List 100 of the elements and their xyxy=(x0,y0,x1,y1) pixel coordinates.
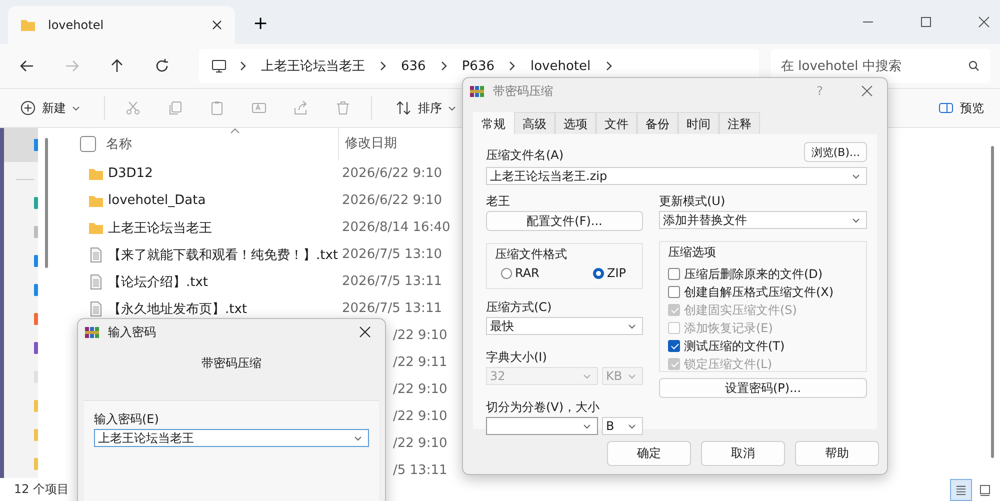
dialog-tab[interactable]: 常规 xyxy=(473,112,514,134)
dialog-tab[interactable]: 选项 xyxy=(555,112,596,134)
close-icon[interactable] xyxy=(359,326,371,338)
breadcrumb-item[interactable]: lovehotel xyxy=(528,58,593,74)
file-name[interactable]: 【论坛介绍】.txt xyxy=(108,272,334,290)
caret-icon xyxy=(354,434,362,442)
option-checkbox[interactable]: 测试压缩的文件(T) xyxy=(668,338,858,354)
update-mode-dropdown[interactable]: 添加并替换文件 xyxy=(659,211,867,229)
modified-date: 2026/7/5 13:11 xyxy=(341,301,442,316)
dialog-button[interactable]: 取消 xyxy=(701,441,785,466)
field-label: 输入密码(E) xyxy=(94,411,160,427)
group-label: 压缩文件格式 xyxy=(495,246,568,263)
volume-size-field[interactable] xyxy=(486,417,598,435)
dialog-tab[interactable]: 高级 xyxy=(514,112,555,134)
browse-button[interactable]: 浏览(B)... xyxy=(804,142,867,162)
option-checkbox[interactable]: 压缩后删除原来的文件(D) xyxy=(668,266,858,282)
caret-icon xyxy=(628,422,636,430)
folder-tab[interactable]: lovehotel xyxy=(8,6,235,44)
nav-item-icon[interactable] xyxy=(34,255,38,267)
chevron-icon xyxy=(508,60,516,72)
dialog-tab[interactable]: 文件 xyxy=(596,112,637,134)
preview-button[interactable]: 预览 xyxy=(934,96,988,120)
caret-icon xyxy=(852,172,860,180)
file-name[interactable]: 上老王论坛当老王 xyxy=(108,218,334,236)
rename-icon[interactable] xyxy=(251,100,267,116)
search-field[interactable]: 在 lovehotel 中搜索 xyxy=(771,49,990,83)
scrollbar-thumb[interactable] xyxy=(991,146,994,458)
caret-icon xyxy=(628,372,636,380)
item-count: 12 个项目 xyxy=(14,481,70,498)
nav-item-icon[interactable] xyxy=(34,226,38,238)
chevron-icon xyxy=(379,60,387,72)
modified-date: 2026/6/22 9:10 xyxy=(341,166,442,181)
nav-item-icon[interactable] xyxy=(34,284,38,296)
file-name[interactable]: 【永久地址发布页】.txt xyxy=(108,300,334,318)
clipboard-icon[interactable] xyxy=(209,100,225,116)
nav-item-icon[interactable] xyxy=(34,342,38,354)
dialog-button[interactable]: 帮助 xyxy=(795,441,879,466)
text-file-icon xyxy=(88,274,104,290)
profiles-button[interactable]: 配置文件(F)... xyxy=(486,211,643,231)
sort-button[interactable]: 排序 xyxy=(392,96,460,120)
dialog-title: 输入密码 xyxy=(108,324,156,340)
dialog-tab[interactable]: 备份 xyxy=(637,112,678,134)
field-label: 字典大小(I) xyxy=(486,349,548,365)
file-name[interactable]: D3D12 xyxy=(108,166,334,181)
books-icon xyxy=(84,324,100,340)
nav-item-icon[interactable] xyxy=(34,458,38,470)
dialog-tab[interactable]: 注释 xyxy=(719,112,760,134)
new-button[interactable]: 新建 xyxy=(16,96,84,120)
caret-icon xyxy=(583,422,591,430)
option-checkbox[interactable]: 创建自解压格式压缩文件(X) xyxy=(668,284,858,300)
scrollbar-thumb[interactable] xyxy=(44,138,48,268)
address-bar[interactable]: 上老王论坛当老王 636 P636 lovehotel xyxy=(199,49,759,83)
breadcrumb-item[interactable]: 636 xyxy=(399,58,428,74)
details-view-icon[interactable] xyxy=(950,478,972,500)
method-dropdown[interactable]: 最快 xyxy=(486,317,643,335)
back-arrow-icon[interactable] xyxy=(19,58,35,74)
column-header[interactable]: 名称 xyxy=(106,135,338,153)
nav-item-icon[interactable] xyxy=(34,429,38,441)
up-arrow-icon[interactable] xyxy=(109,58,125,74)
file-name[interactable]: lovehotel_Data xyxy=(108,193,334,208)
field-label: 压缩方式(C) xyxy=(486,299,553,315)
tab-title: lovehotel xyxy=(48,18,105,32)
dialog-button[interactable]: 确定 xyxy=(607,441,691,466)
folder-icon xyxy=(20,17,36,33)
breadcrumb-item[interactable]: P636 xyxy=(460,58,496,74)
breadcrumb-item[interactable]: 上老王论坛当老王 xyxy=(259,57,367,75)
field-label: 切分为分卷(V)，大小 xyxy=(486,399,601,415)
chevron-icon xyxy=(239,60,247,72)
new-tab-button[interactable]: + xyxy=(247,10,273,36)
chevron-icon xyxy=(604,60,613,72)
set-password-button[interactable]: 设置密码(P)... xyxy=(659,378,867,398)
nav-item-icon[interactable] xyxy=(34,313,38,325)
caret-icon xyxy=(852,216,860,224)
modified-date: 2026/6/22 9:10 xyxy=(341,193,442,208)
caret-icon xyxy=(628,322,636,330)
refresh-icon[interactable] xyxy=(154,58,170,74)
nav-item-highlight[interactable] xyxy=(4,128,38,162)
field-label: 老王 xyxy=(486,193,511,209)
modified-date: /22 9:10 xyxy=(393,409,448,424)
caret-icon xyxy=(448,104,456,112)
scissors-icon[interactable] xyxy=(125,100,141,116)
nav-item-icon[interactable] xyxy=(34,197,38,209)
dialog-tab[interactable]: 时间 xyxy=(678,112,719,134)
column-header[interactable]: 修改日期 xyxy=(338,128,397,160)
trash-icon[interactable] xyxy=(335,100,351,116)
format-radio[interactable]: RAR xyxy=(501,266,540,280)
share-icon[interactable] xyxy=(293,100,309,116)
close-icon[interactable] xyxy=(211,19,223,31)
nav-item-icon[interactable] xyxy=(34,400,38,412)
archive-name-field[interactable]: 上老王论坛当老王.zip xyxy=(486,167,867,185)
format-radio[interactable]: ZIP xyxy=(593,266,626,280)
modified-date: /22 9:10 xyxy=(393,436,448,451)
maximize-icon[interactable] xyxy=(920,16,932,28)
password-field[interactable]: 上老王论坛当老王 xyxy=(94,429,369,447)
close-icon[interactable] xyxy=(978,16,990,28)
forward-arrow-icon[interactable] xyxy=(64,58,80,74)
unit-dropdown[interactable]: B xyxy=(602,417,643,435)
select-all-checkbox[interactable] xyxy=(80,136,96,152)
copy-icon[interactable] xyxy=(167,100,183,116)
modified-date: /22 9:10 xyxy=(393,382,448,397)
